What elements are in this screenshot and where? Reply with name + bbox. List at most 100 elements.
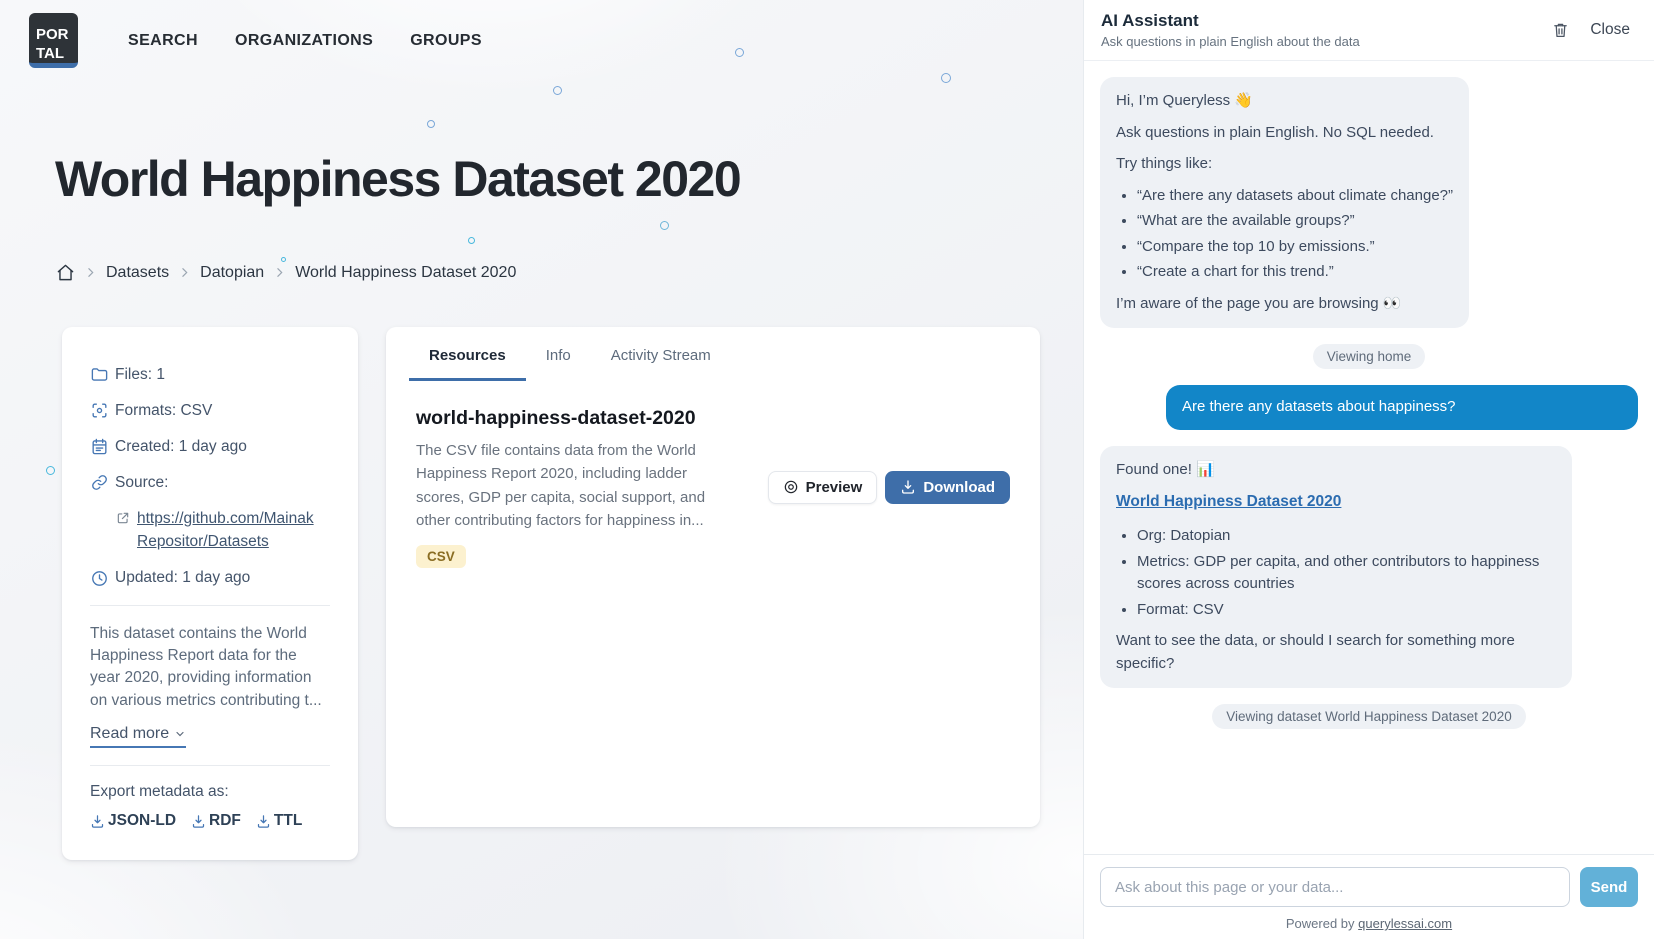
source-row: Source:	[90, 473, 330, 492]
clear-chat-button[interactable]	[1552, 21, 1569, 39]
breadcrumb: Datasets Datopian World Happiness Datase…	[56, 263, 516, 282]
export-links-row: JSON-LD RDF TTL	[90, 812, 330, 830]
source-url-link[interactable]: https://github.com/MainakRepositor/Datas…	[137, 507, 319, 554]
divider	[90, 765, 330, 766]
nav-item-groups[interactable]: GROUPS	[410, 32, 482, 50]
chevron-right-icon	[178, 266, 191, 279]
download-icon	[900, 479, 916, 495]
powered-by-link[interactable]: querylessai.com	[1358, 916, 1452, 931]
resources-card: Resources Info Activity Stream world-hap…	[386, 327, 1040, 827]
format-badge: CSV	[416, 545, 466, 568]
close-panel-button[interactable]: Close	[1590, 21, 1630, 39]
nav-item-organizations[interactable]: ORGANIZATIONS	[235, 32, 373, 50]
powered-by-prefix: Powered by	[1286, 916, 1355, 931]
chevron-right-icon	[84, 266, 97, 279]
assistant-welcome-message: Hi, I’m Queryless 👋 Ask questions in pla…	[1100, 77, 1469, 328]
clock-icon	[90, 569, 109, 588]
formats-row: Formats: CSV	[90, 401, 330, 420]
welcome-greeting: Hi, I’m Queryless 👋	[1116, 90, 1453, 113]
resource-actions: Preview Download	[768, 471, 1010, 504]
download-button[interactable]: Download	[885, 471, 1010, 504]
decor-dot	[468, 237, 475, 244]
download-icon	[256, 814, 271, 829]
chat-input-row: Send	[1100, 867, 1638, 907]
format-scan-icon	[90, 401, 109, 420]
source-link-row: https://github.com/MainakRepositor/Datas…	[116, 507, 330, 554]
download-icon	[191, 814, 206, 829]
breadcrumb-datopian[interactable]: Datopian	[200, 264, 264, 282]
dataset-result-link[interactable]: World Happiness Dataset 2020	[1116, 490, 1341, 513]
trash-icon	[1552, 21, 1569, 39]
read-more-link[interactable]: Read more	[90, 725, 186, 748]
formats-value: Formats: CSV	[115, 402, 212, 420]
page-title: World Happiness Dataset 2020	[55, 150, 740, 208]
chevron-right-icon	[273, 266, 286, 279]
dataset-description: This dataset contains the World Happines…	[90, 623, 330, 713]
dataset-info-card: Files: 1 Formats: CSV Created: 1 day ago…	[62, 327, 358, 860]
resource-details: world-happiness-dataset-2020 The CSV fil…	[416, 407, 736, 568]
main-nav: SEARCH ORGANIZATIONS GROUPS	[128, 32, 482, 50]
decor-dot	[735, 48, 744, 57]
download-icon	[90, 814, 105, 829]
eye-icon	[783, 479, 799, 495]
context-pill-viewing-home: Viewing home	[1313, 344, 1426, 369]
export-metadata-label: Export metadata as:	[90, 783, 330, 801]
decor-dot	[427, 120, 435, 128]
tab-info[interactable]: Info	[526, 327, 591, 381]
export-jsonld-link[interactable]: JSON-LD	[90, 812, 176, 830]
export-rdf-link[interactable]: RDF	[191, 812, 241, 830]
resource-name: world-happiness-dataset-2020	[416, 407, 736, 430]
tab-resources[interactable]: Resources	[409, 327, 526, 381]
created-row: Created: 1 day ago	[90, 437, 330, 456]
divider	[90, 605, 330, 606]
suggestion-list: “Are there any datasets about climate ch…	[1116, 185, 1453, 284]
external-link-icon	[116, 511, 130, 554]
updated-row: Updated: 1 day ago	[90, 569, 330, 588]
result-intro: Found one! 📊	[1116, 459, 1556, 482]
user-message: Are there any datasets about happiness?	[1166, 385, 1638, 430]
welcome-line: Try things like:	[1116, 153, 1453, 176]
ai-assistant-subtitle: Ask questions in plain English about the…	[1101, 34, 1360, 49]
welcome-line: Ask questions in plain English. No SQL n…	[1116, 122, 1453, 145]
powered-by: Powered by querylessai.com	[1100, 916, 1638, 931]
tabs-bar: Resources Info Activity Stream	[386, 327, 1040, 381]
breadcrumb-current-page: World Happiness Dataset 2020	[295, 264, 516, 282]
ai-assistant-panel: AI Assistant Ask questions in plain Engl…	[1083, 0, 1654, 939]
result-bullet: Org: Datopian	[1137, 525, 1556, 548]
nav-item-search[interactable]: SEARCH	[128, 32, 198, 50]
top-navigation: POR TAL SEARCH ORGANIZATIONS GROUPS	[29, 13, 482, 68]
ai-assistant-actions: Close	[1552, 21, 1630, 39]
resource-list-item: world-happiness-dataset-2020 The CSV fil…	[386, 407, 1040, 568]
assistant-result-message: Found one! 📊 World Happiness Dataset 202…	[1100, 446, 1572, 689]
export-ttl-link[interactable]: TTL	[256, 812, 302, 830]
link-icon	[90, 473, 109, 492]
portal-logo[interactable]: POR TAL	[29, 13, 78, 68]
chat-footer: Send Powered by querylessai.com	[1084, 854, 1654, 939]
result-bullet: Metrics: GDP per capita, and other contr…	[1137, 551, 1556, 596]
suggestion-item: “What are the available groups?”	[1137, 210, 1453, 233]
send-button[interactable]: Send	[1580, 867, 1638, 907]
preview-button[interactable]: Preview	[768, 471, 878, 504]
result-outro: Want to see the data, or should I search…	[1116, 630, 1556, 675]
chat-input[interactable]	[1100, 867, 1570, 907]
logo-line: TAL	[36, 45, 78, 64]
breadcrumb-datasets[interactable]: Datasets	[106, 264, 169, 282]
calendar-icon	[90, 437, 109, 456]
result-bullet: Format: CSV	[1137, 599, 1556, 622]
source-label: Source:	[115, 474, 168, 492]
read-more-label: Read more	[90, 725, 169, 743]
tab-activity-stream[interactable]: Activity Stream	[591, 327, 731, 381]
suggestion-item: “Are there any datasets about climate ch…	[1137, 185, 1453, 208]
content-row: Files: 1 Formats: CSV Created: 1 day ago…	[62, 327, 1040, 860]
decor-dot	[660, 221, 669, 230]
created-value: Created: 1 day ago	[115, 438, 247, 456]
context-pill-viewing-dataset: Viewing dataset World Happiness Dataset …	[1212, 704, 1525, 729]
logo-line: POR	[36, 26, 78, 45]
main-content-area: POR TAL SEARCH ORGANIZATIONS GROUPS Worl…	[0, 0, 1083, 939]
files-value: Files: 1	[115, 366, 165, 384]
chevron-down-icon	[174, 728, 186, 740]
decor-dot	[46, 466, 55, 475]
suggestion-item: “Compare the top 10 by emissions.”	[1137, 236, 1453, 259]
breadcrumb-home-icon[interactable]	[56, 263, 75, 282]
ai-assistant-header: AI Assistant Ask questions in plain Engl…	[1084, 0, 1654, 61]
